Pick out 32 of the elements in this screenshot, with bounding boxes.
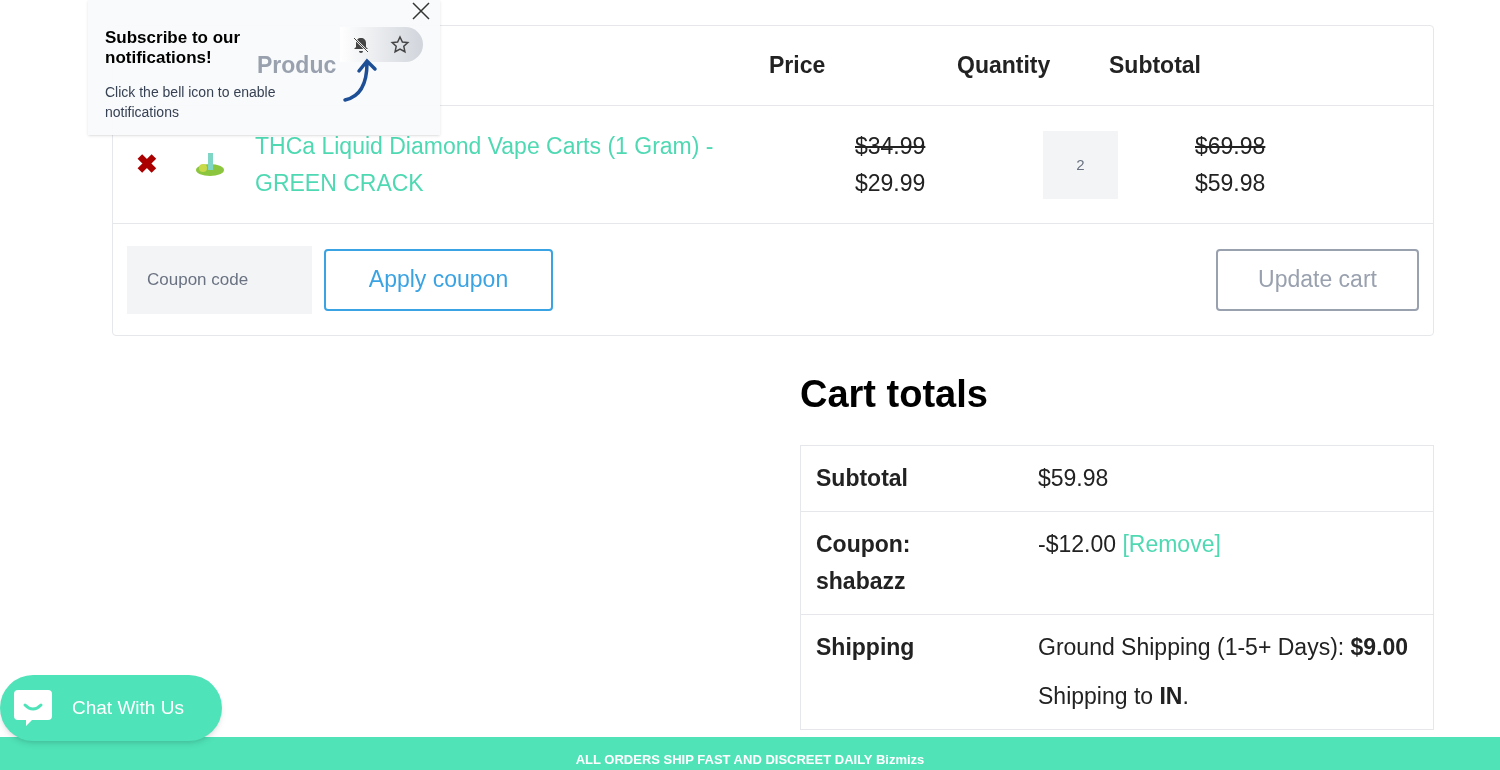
chat-bubble-icon [12,688,54,728]
coupon-discount: -$12.00 [Remove] [1038,530,1222,559]
announcement-text: ALL ORDERS SHIP FAST AND DISCREET DAILY Bizmizs [575,752,925,768]
product-link[interactable]: THCa Liquid Diamond Vape Carts (1 Gram) - GREEN CRACK [255,127,855,202]
sale-subtotal: $59.98 [1195,168,1266,198]
original-subtotal: $69.98 [1195,131,1266,161]
shipping-method: Ground Shipping (1-5+ Days): $9.00 [1038,633,1410,662]
totals-label: Shipping [816,633,916,662]
totals-label: Subtotal [816,464,909,493]
cart-totals-heading: Cart totals [800,372,988,417]
column-header: Subtotal [1109,51,1201,81]
popup-title: Subscribe to our notifications! [105,28,242,68]
quantity-field[interactable]: 2 [1043,130,1118,199]
coupon-field[interactable]: Coupon code [127,245,312,314]
close-icon[interactable] [411,1,431,21]
column-header: Quantity [957,51,1052,81]
subtotal-value: $59.98 [1038,464,1110,493]
remove-item-button[interactable]: ✖ [135,145,159,184]
chat-button[interactable]: Chat With Us [0,675,222,741]
update-cart-button[interactable]: Update cart [1216,248,1419,311]
shipping-destination: Shipping to IN. [1038,682,1190,711]
original-price: $34.99 [855,131,927,161]
totals-label: Coupon: shabazz [816,530,912,596]
sale-price: $29.99 [855,168,927,198]
popup-message: Click the bell icon to enable notifications [105,83,277,122]
muted-bell-icon[interactable] [352,36,370,54]
remove-coupon-link[interactable]: [Remove] [1122,531,1221,557]
apply-coupon-button[interactable]: Apply coupon [324,248,553,311]
column-header: Produc [257,52,337,79]
star-icon[interactable] [390,35,410,55]
curved-arrow-icon [341,57,379,103]
column-header: Price [769,51,827,81]
